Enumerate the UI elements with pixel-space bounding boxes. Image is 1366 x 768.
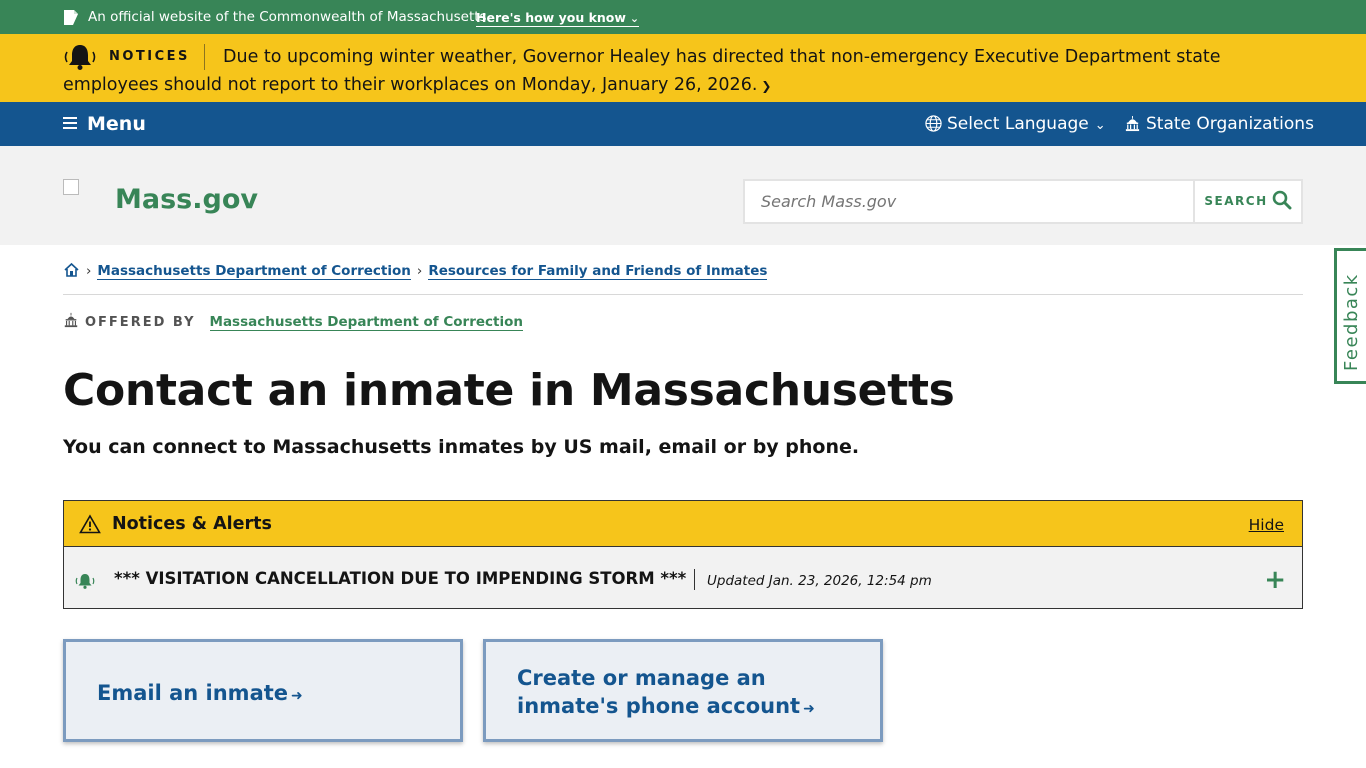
page-lede: You can connect to Massachusetts inmates… (63, 436, 860, 458)
alert-divider (694, 569, 695, 590)
breadcrumb-separator: › (86, 263, 92, 279)
logo-image[interactable] (63, 179, 79, 195)
offered-by-label: OFFERED BY (85, 315, 196, 330)
notices-banner: NOTICES Due to upcoming winter weather, … (0, 34, 1366, 102)
breadcrumb-link-resources[interactable]: Resources for Family and Friends of Inma… (428, 263, 768, 280)
search-form: SEARCH (743, 179, 1303, 224)
menu-button[interactable]: Menu (63, 113, 146, 135)
select-language-button[interactable]: Select Language ⌄ (925, 114, 1106, 134)
alerts-header: Notices & Alerts Hide (64, 501, 1302, 547)
flag-icon (64, 10, 78, 25)
alert-item[interactable]: *** VISITATION CANCELLATION DUE TO IMPEN… (64, 547, 1302, 608)
phone-account-label-line2: inmate's phone account (517, 694, 801, 718)
arrow-right-icon: ➜ (803, 701, 815, 717)
search-icon (1272, 190, 1292, 210)
bell-icon (75, 574, 95, 589)
official-banner: An official website of the Commonwealth … (0, 0, 1366, 34)
arrow-right-icon: ➜ (291, 688, 303, 704)
language-label: Select Language (947, 114, 1089, 134)
capitol-building-icon (64, 312, 78, 328)
breadcrumb: › Massachusetts Department of Correction ›… (63, 262, 1303, 295)
chevron-down-icon: ⌄ (629, 12, 640, 25)
notices-message-text: Due to upcoming winter weather, Governor… (63, 47, 1221, 95)
organizations-label: State Organizations (1146, 114, 1314, 134)
capitol-building-icon (1125, 115, 1140, 132)
notices-alerts-panel: Notices & Alerts Hide *** VISITATION CAN… (63, 500, 1303, 609)
offered-by-org-link[interactable]: Massachusetts Department of Correction (209, 314, 524, 331)
home-icon[interactable] (63, 262, 80, 278)
page-title: Contact an inmate in Massachusetts (63, 365, 955, 416)
phone-account-label-line1: Create or manage an (517, 666, 766, 690)
offered-by: OFFERED BY Massachusetts Department of Co… (63, 312, 524, 331)
site-header: Mass.gov SEARCH (0, 146, 1366, 245)
feedback-tab[interactable]: Feedback (1334, 248, 1366, 384)
top-nav: Menu Select Language ⌄ State Organization… (0, 102, 1366, 146)
notices-message[interactable]: Due to upcoming winter weather, Governor… (63, 43, 1303, 100)
hamburger-icon (63, 117, 77, 129)
expand-plus-icon[interactable]: + (1264, 565, 1286, 595)
heres-how-label: Here's how you know (476, 10, 626, 25)
official-text: An official website of the Commonwealth … (88, 9, 487, 25)
hide-alerts-link[interactable]: Hide (1249, 516, 1284, 534)
search-input[interactable] (745, 181, 1195, 222)
alert-updated-time: Updated Jan. 23, 2026, 12:54 pm (707, 573, 932, 589)
breadcrumb-separator: › (416, 263, 423, 279)
search-button-label: SEARCH (1204, 194, 1268, 208)
alerts-heading: Notices & Alerts (112, 514, 272, 534)
email-inmate-card[interactable]: Email an inmate ➜ (63, 639, 463, 742)
site-logo-text[interactable]: Mass.gov (115, 184, 258, 215)
warning-icon (79, 514, 101, 534)
feedback-label: Feedback (1341, 273, 1362, 371)
state-organizations-button[interactable]: State Organizations (1124, 114, 1314, 134)
chevron-down-icon: ⌄ (1094, 118, 1106, 133)
email-inmate-label: Email an inmate (97, 681, 289, 705)
heres-how-you-know-link[interactable]: Here's how you know ⌄ (476, 10, 640, 27)
alert-title: *** VISITATION CANCELLATION DUE TO IMPEN… (114, 569, 687, 588)
menu-label: Menu (87, 113, 146, 135)
breadcrumb-link-doc[interactable]: Massachusetts Department of Correction (97, 263, 411, 280)
globe-icon (925, 115, 942, 132)
search-button[interactable]: SEARCH (1193, 181, 1301, 222)
phone-account-card[interactable]: Create or manage an inmate's phone accoun… (483, 639, 883, 742)
chevron-down-icon: ❯ (761, 79, 772, 93)
